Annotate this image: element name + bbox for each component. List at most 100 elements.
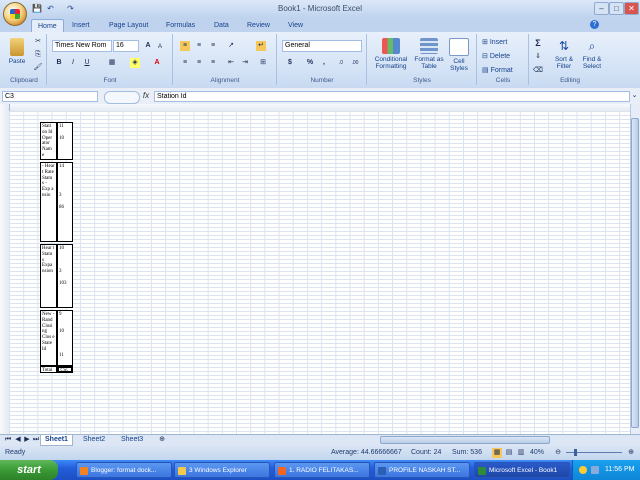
page-layout-view-icon[interactable]: ▤ <box>504 448 514 458</box>
font-name-select[interactable]: Times New Rom <box>52 40 112 52</box>
tab-view[interactable]: View <box>282 19 309 32</box>
tab-home[interactable]: Home <box>31 19 64 33</box>
bold-button[interactable]: B <box>54 58 64 68</box>
cell-c3[interactable]: Stati on Id Oper ator Nam e <box>40 122 57 160</box>
insert-cells-button[interactable]: ⊞ Insert <box>482 38 507 46</box>
decrease-indent-icon[interactable]: ⇤ <box>226 58 236 68</box>
orientation-icon[interactable]: ↗ <box>226 41 236 51</box>
sort-filter-button[interactable]: ⇅ Sort & Filter <box>550 38 578 70</box>
horizontal-scroll-thumb[interactable] <box>380 436 550 444</box>
format-cells-button[interactable]: ▤ Format <box>482 66 513 74</box>
increase-indent-icon[interactable]: ⇥ <box>240 58 250 68</box>
zoom-out-icon[interactable]: ⊖ <box>553 448 563 458</box>
fill-color-icon[interactable]: ◈ <box>130 58 140 68</box>
task-blogger[interactable]: Blogger: format dock... <box>76 462 172 478</box>
task-profile[interactable]: PROFILE NASKAH ST... <box>374 462 470 478</box>
cell-d4[interactable]: 14 3 86 <box>57 162 73 242</box>
find-select-button[interactable]: ⌕ Find & Select <box>578 38 606 70</box>
align-left-icon[interactable]: ≡ <box>180 58 190 68</box>
cell-styles-button[interactable]: Cell Styles <box>446 38 472 72</box>
maximize-button[interactable]: □ <box>609 2 624 15</box>
close-button[interactable]: ✕ <box>624 2 639 15</box>
ribbon-tab-bar <box>0 18 640 32</box>
cell-d3[interactable]: 11 10 <box>57 122 73 160</box>
align-right-icon[interactable]: ≡ <box>208 58 218 68</box>
cell-styles-icon <box>449 38 469 56</box>
tab-review[interactable]: Review <box>241 19 276 32</box>
wrap-text-icon[interactable]: ↵ <box>256 41 266 51</box>
delete-cells-button[interactable]: ⊟ Delete <box>482 52 510 60</box>
minimize-button[interactable]: – <box>594 2 609 15</box>
insert-function-button[interactable]: fx <box>140 91 152 102</box>
font-color-icon[interactable]: A <box>152 58 162 68</box>
zoom-slider-thumb[interactable] <box>574 449 577 456</box>
cell-c7[interactable]: Total <box>40 366 57 373</box>
tray-speaker-icon[interactable] <box>579 466 587 474</box>
vertical-scroll-thumb[interactable] <box>631 118 639 428</box>
increase-decimal-icon[interactable]: .0 <box>336 58 346 68</box>
underline-button[interactable]: U <box>82 58 92 68</box>
first-sheet-icon[interactable]: ⏮ <box>3 435 13 445</box>
tray-network-icon[interactable] <box>591 466 599 474</box>
cell-c5[interactable]: Hear t Statu s Expa nsion <box>40 244 57 308</box>
tab-formulas[interactable]: Formulas <box>160 19 201 32</box>
editing-group-label: Editing <box>560 77 580 84</box>
format-as-table-button[interactable]: Format as Table <box>414 38 444 70</box>
format-painter-icon[interactable]: 🖌 <box>33 63 43 73</box>
align-bottom-icon[interactable]: ≡ <box>208 41 218 51</box>
copy-icon[interactable]: ⎘ <box>33 50 43 60</box>
decrease-decimal-icon[interactable]: .00 <box>350 58 360 68</box>
cell-c4[interactable]: - Hear t Rate Statu s - Exp a nsio <box>40 162 57 242</box>
borders-icon[interactable]: ▦ <box>107 58 117 68</box>
tab-insert[interactable]: Insert <box>66 19 96 32</box>
tab-page-layout[interactable]: Page Layout <box>103 19 154 32</box>
office-button[interactable] <box>3 2 27 26</box>
insert-sheet-icon[interactable]: ⊕ <box>157 435 167 445</box>
page-break-view-icon[interactable]: ▥ <box>516 448 526 458</box>
merge-center-icon[interactable]: ⊞ <box>258 58 268 68</box>
conditional-formatting-button[interactable]: Conditional Formatting <box>370 38 412 70</box>
cell-d5[interactable]: 10 3 103 <box>57 244 73 308</box>
clock[interactable]: 11:56 PM <box>605 460 634 480</box>
shrink-font-button[interactable]: A <box>155 42 165 52</box>
undo-icon[interactable]: ↶ <box>46 4 55 13</box>
table-icon <box>420 38 438 54</box>
tab-data[interactable]: Data <box>208 19 235 32</box>
italic-button[interactable]: I <box>68 58 78 68</box>
name-box[interactable]: C3 <box>2 91 98 102</box>
grow-font-button[interactable]: A <box>143 41 153 51</box>
formula-expand-control[interactable] <box>104 91 140 104</box>
task-explorer[interactable]: 3 Windows Explorer <box>174 462 270 478</box>
sheet-tab-sheet1[interactable]: Sheet1 <box>40 435 73 446</box>
task-excel[interactable]: Microsoft Excel - Book1 <box>474 462 570 478</box>
normal-view-icon[interactable]: ▦ <box>492 448 502 458</box>
worksheet-grid[interactable]: Stati on Id Oper ator Nam e 11 10 - Hear… <box>0 104 630 434</box>
clear-icon[interactable]: ⌫ <box>533 66 543 76</box>
autosum-button[interactable]: Σ <box>533 38 543 48</box>
paste-button[interactable]: Paste <box>5 38 29 65</box>
align-top-icon[interactable]: ≡ <box>180 41 190 51</box>
align-center-icon[interactable]: ≡ <box>194 58 204 68</box>
save-icon[interactable]: 💾 <box>32 4 42 13</box>
chevron-down-icon[interactable]: ⌄ <box>630 91 639 101</box>
sheet-tab-sheet3[interactable]: Sheet3 <box>117 435 147 445</box>
cell-d7[interactable]: 536 <box>57 366 73 373</box>
zoom-in-icon[interactable]: ⊕ <box>626 448 636 458</box>
help-icon[interactable]: ? <box>590 20 599 29</box>
zoom-level[interactable]: 40% <box>530 449 544 456</box>
task-radio[interactable]: 1. RADIO FELITAKAS... <box>274 462 370 478</box>
percent-button[interactable]: % <box>305 58 315 68</box>
start-button[interactable]: start <box>0 460 58 480</box>
number-format-select[interactable]: General <box>282 40 362 52</box>
font-size-select[interactable]: 16 <box>113 40 139 52</box>
currency-button[interactable]: $ <box>285 58 295 68</box>
redo-icon[interactable]: ↷ <box>66 4 75 13</box>
cell-c6[interactable]: New - Rand Closi ng Clos e State Id <box>40 310 57 366</box>
align-middle-icon[interactable]: ≡ <box>194 41 204 51</box>
comma-button[interactable]: , <box>319 58 329 68</box>
cell-d6[interactable]: 9 10 11 <box>57 310 73 366</box>
formula-input[interactable]: Station Id <box>154 91 630 102</box>
sheet-tab-sheet2[interactable]: Sheet2 <box>79 435 109 445</box>
cut-icon[interactable]: ✂ <box>33 37 43 47</box>
fill-icon[interactable]: ⇓ <box>533 52 543 62</box>
